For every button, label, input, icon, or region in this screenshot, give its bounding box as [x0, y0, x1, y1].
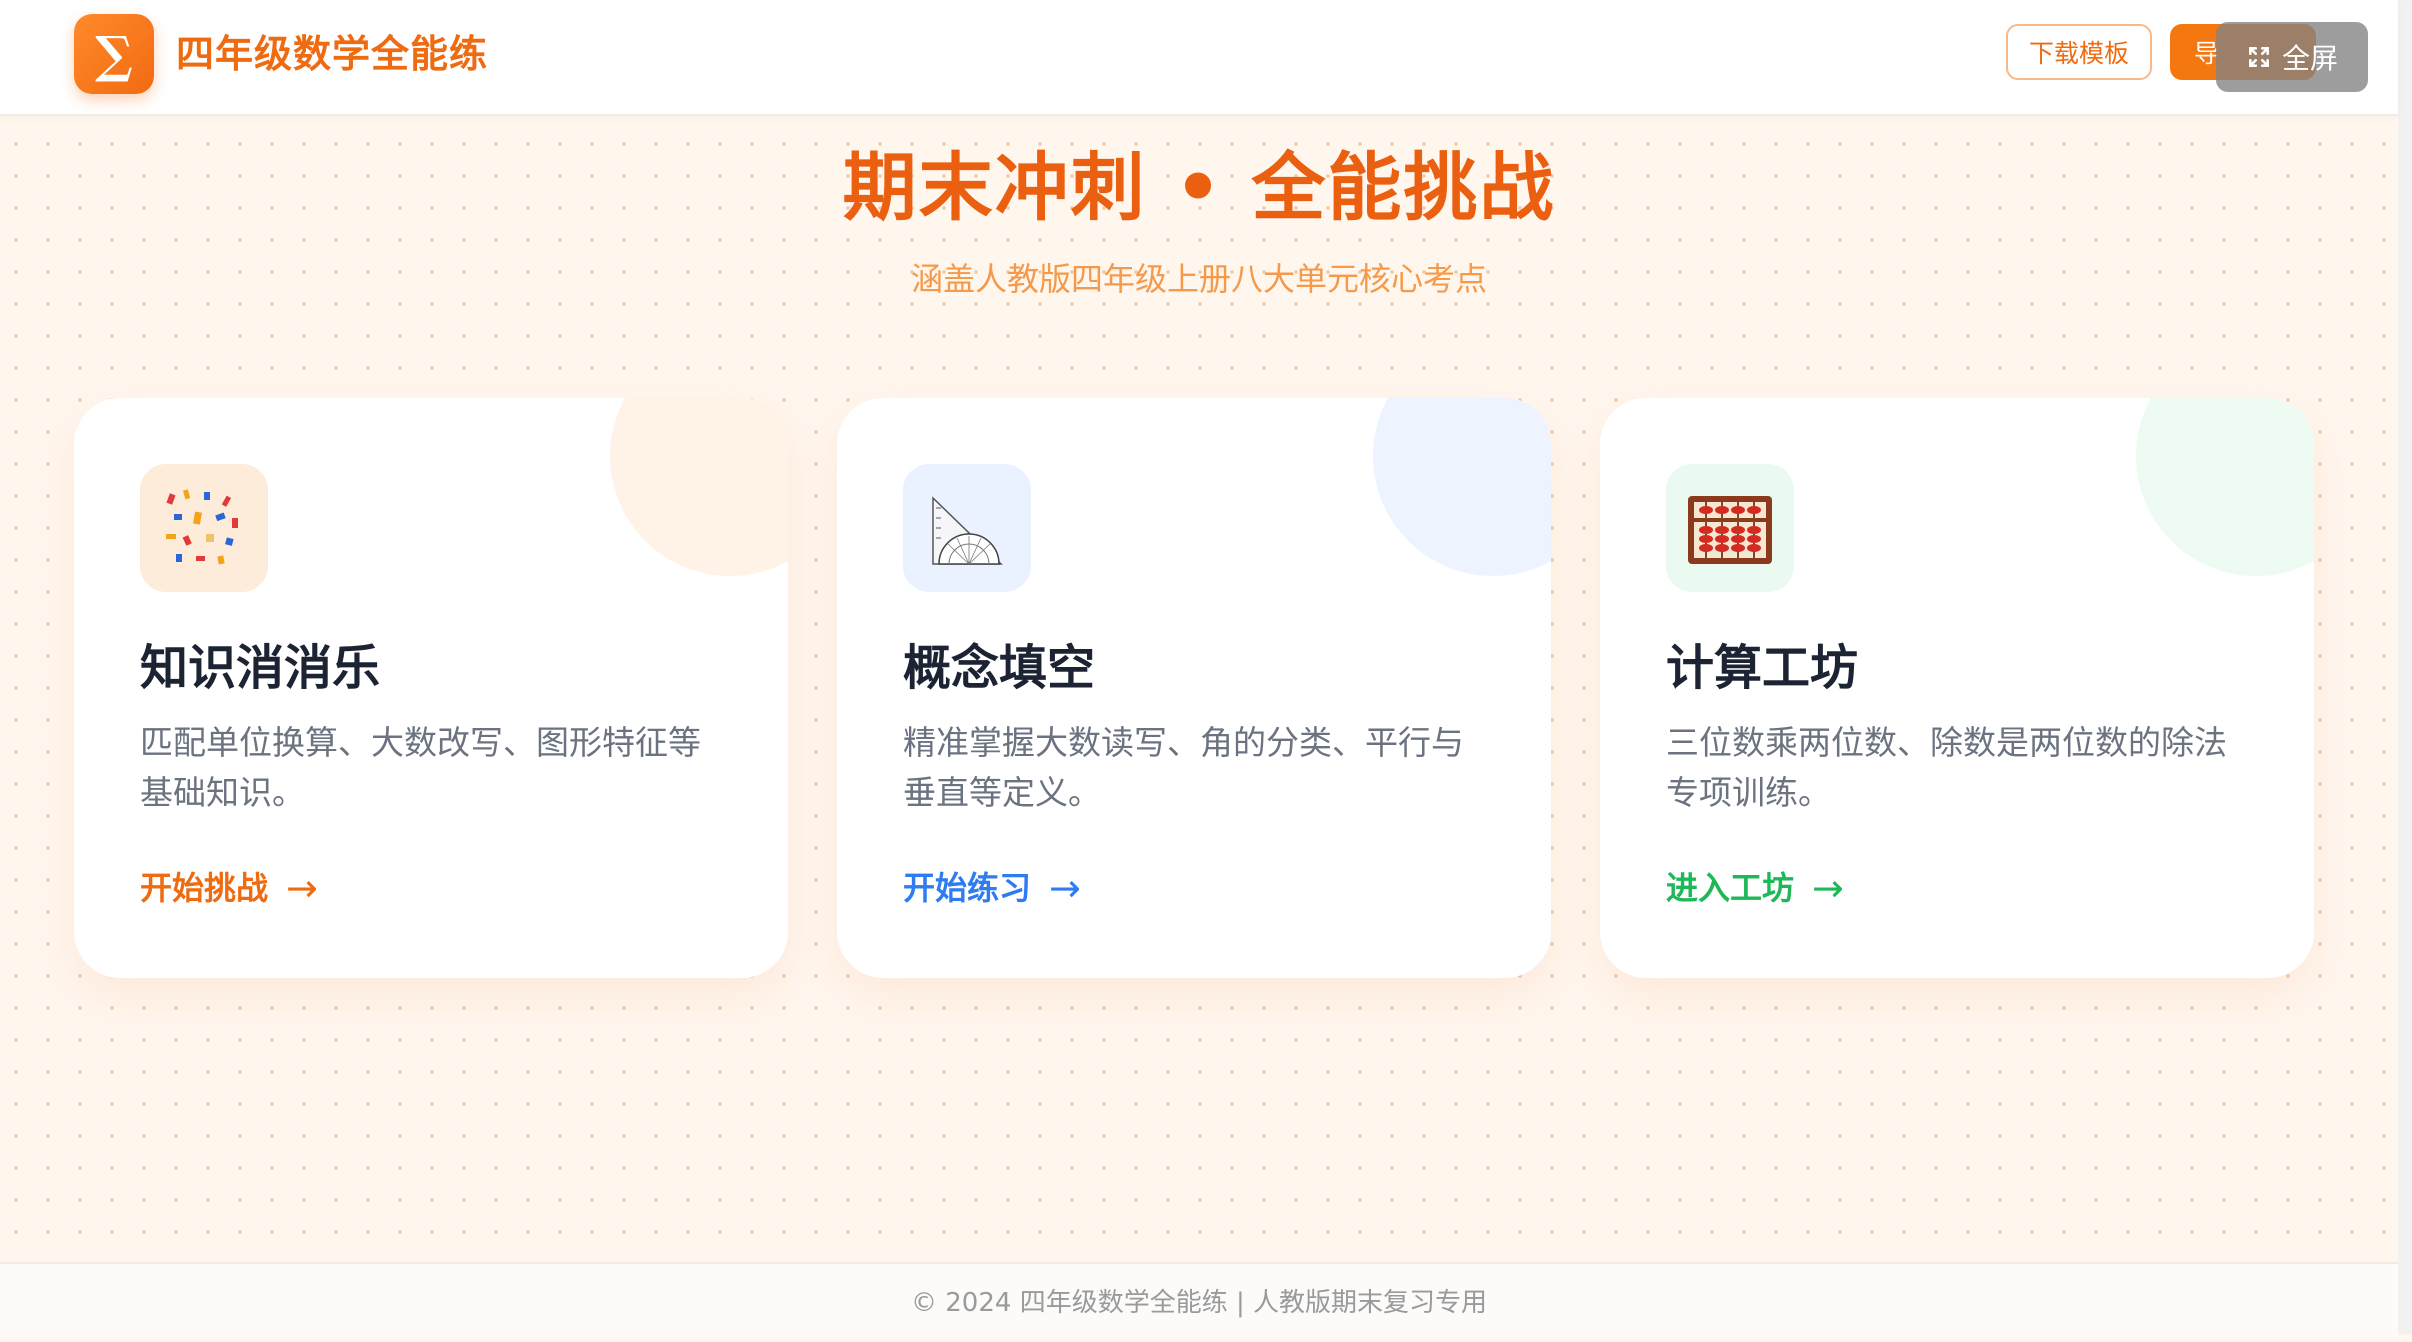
card-decoration — [2136, 398, 2314, 576]
card-action-label: 开始练习 — [903, 869, 1032, 907]
card-title: 计算工坊 — [1666, 640, 1859, 696]
card-description: 三位数乘两位数、除数是两位数的除法专项训练。 — [1666, 723, 2227, 812]
arrow-right-icon: → — [1812, 866, 1844, 910]
top-header: ∑ 四年级数学全能练 下载模板 导 全屏 — [0, 0, 2398, 116]
logo-symbol: ∑ — [95, 24, 133, 84]
hero-title: 期末冲刺 • 全能挑战 — [842, 145, 1556, 231]
card-action-label: 开始挑战 — [140, 869, 269, 907]
page-footer: © 2024 四年级数学全能练 | 人教版期末复习专用 — [0, 1262, 2398, 1336]
card-concept-fill[interactable]: 概念填空 精准掌握大数读写、角的分类、平行与垂直等定义。 开始练习 → — [837, 398, 1551, 978]
card-knowledge-match[interactable]: 知识消消乐 匹配单位换算、大数改写、图形特征等基础知识。 开始挑战 → — [74, 398, 788, 978]
arrow-right-icon: → — [1049, 866, 1081, 910]
expand-icon — [2249, 47, 2269, 67]
fullscreen-label: 全屏 — [2281, 42, 2338, 75]
enter-workshop-link[interactable]: 进入工坊 → — [1666, 864, 1844, 912]
arrow-right-icon: → — [286, 866, 318, 910]
start-challenge-link[interactable]: 开始挑战 → — [140, 864, 318, 912]
card-description: 精准掌握大数读写、角的分类、平行与垂直等定义。 — [903, 723, 1464, 812]
protractor-ruler-icon — [903, 464, 1031, 592]
card-title: 概念填空 — [903, 640, 1096, 696]
card-decoration — [610, 398, 788, 576]
fullscreen-button[interactable]: 全屏 — [2216, 22, 2368, 92]
download-template-button[interactable]: 下载模板 — [2006, 24, 2152, 80]
start-practice-link[interactable]: 开始练习 → — [903, 864, 1081, 912]
vertical-scrollbar[interactable] — [2398, 0, 2412, 1334]
footer-copyright: © 2024 四年级数学全能练 | 人教版期末复习专用 — [911, 1288, 1487, 1318]
card-decoration — [1373, 398, 1551, 576]
card-description: 匹配单位换算、大数改写、图形特征等基础知识。 — [140, 723, 701, 812]
card-title: 知识消消乐 — [140, 640, 381, 696]
abacus-icon — [1666, 464, 1794, 592]
puzzle-pieces-icon — [140, 464, 268, 592]
hero-subtitle: 涵盖人教版四年级上册八大单元核心考点 — [910, 260, 1487, 298]
card-action-label: 进入工坊 — [1666, 869, 1795, 907]
app-title[interactable]: 四年级数学全能练 — [176, 28, 488, 80]
sigma-logo-icon[interactable]: ∑ — [74, 14, 154, 94]
card-calculation-workshop[interactable]: 计算工坊 三位数乘两位数、除数是两位数的除法专项训练。 进入工坊 → — [1600, 398, 2314, 978]
